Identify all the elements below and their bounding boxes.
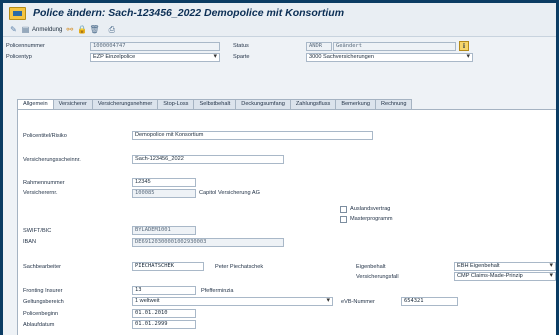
policy-icon <box>9 7 26 20</box>
policennummer-field[interactable]: 1000004747 <box>90 42 220 51</box>
ablaufdatum-field[interactable]: 01.01.2999 <box>132 320 196 329</box>
info-icon[interactable]: i <box>459 41 469 51</box>
policenbeginn-field[interactable]: 01.01.2010 <box>132 309 196 318</box>
geltungsbereich-label: Geltungsbereich <box>23 299 64 305</box>
anmeldung-button[interactable]: ▤ Anmeldung <box>21 25 63 34</box>
policentyp-label: Policentyp <box>6 54 32 60</box>
swift-field: BYLADEM1001 <box>132 226 196 235</box>
sachbearbeiter-name: Peter Piechatschek <box>215 264 264 270</box>
versicherernr-field: 100085 <box>132 189 196 198</box>
policentyp-select[interactable]: EZP Einzelpolice <box>90 53 220 62</box>
versicherernr-label: Versicherernr. <box>23 190 58 196</box>
delete-icon[interactable]: 🗑 <box>89 25 99 34</box>
geltungsbereich-select[interactable]: 1 weltweit <box>132 297 333 306</box>
policentitel-label: Policentitel/Risiko <box>23 133 67 139</box>
evb-label: eVB-Nummer <box>341 299 375 305</box>
eigenbehalt-label: Eigenbehalt <box>356 264 386 270</box>
evb-field[interactable]: 654321 <box>401 297 458 306</box>
link-icon[interactable]: ⚯ <box>65 25 74 34</box>
versicherungsschein-label: Versicherungsscheinnr. <box>23 157 81 163</box>
policennummer-label: Policennummer <box>6 43 45 49</box>
auslandsvertrag-checkbox[interactable] <box>340 206 347 213</box>
print-icon[interactable]: ⎙ <box>107 25 116 34</box>
window-title: Police ändern: Sach-123456_2022 Demopoli… <box>33 7 345 19</box>
application-toolbar: ✎ ▤ Anmeldung ⚯ 🔒 🗑 ⎙ <box>9 24 116 35</box>
masterprogramm-checkbox[interactable] <box>340 216 347 223</box>
document-icon: ▤ <box>21 25 30 34</box>
rahmennummer-label: Rahmennummer <box>23 180 65 186</box>
versicherungsfall-select[interactable]: CMP Claims-Made-Prinzip <box>454 272 556 281</box>
ablaufdatum-label: Ablaufdatum <box>23 322 55 328</box>
sap-window: Police ändern: Sach-123456_2022 Demopoli… <box>3 3 556 335</box>
anmeldung-label: Anmeldung <box>32 26 63 33</box>
masterprogramm-label: Masterprogramm <box>350 216 393 222</box>
versicherer-name: Capitol Versicherung AG <box>199 190 260 196</box>
sparte-select[interactable]: 3000 Sachversicherungen <box>306 53 473 62</box>
iban-field: DE69120300001002930003 <box>132 238 284 247</box>
auslandsvertrag-label: Auslandsvertrag <box>350 206 391 212</box>
eigenbehalt-select[interactable]: EBH Eigenbehalt <box>454 262 556 271</box>
fronting-label: Fronting Insurer <box>23 288 63 294</box>
versicherungsschein-field[interactable]: Sach-123456_2022 <box>132 155 284 164</box>
policentitel-field[interactable]: Demopolice mit Konsortium <box>132 131 373 140</box>
sachbearbeiter-label: Sachbearbeiter <box>23 264 61 270</box>
sachbearbeiter-field[interactable]: PIECHATSCHEK <box>132 262 204 271</box>
iban-label: IBAN <box>23 239 37 245</box>
edit-pencil-icon[interactable]: ✎ <box>9 25 18 34</box>
rahmennummer-field[interactable]: 12345 <box>132 178 196 187</box>
policenbeginn-label: Policenbeginn <box>23 311 59 317</box>
fronting-name: Pfefferminzia <box>201 288 234 294</box>
title-bar: Police ändern: Sach-123456_2022 Demopoli… <box>3 3 556 37</box>
versicherungsfall-label: Versicherungsfall <box>356 274 399 280</box>
status-code-field: ÄNDR <box>306 42 332 51</box>
swift-label: SWIFT/BIC <box>23 228 52 234</box>
status-label: Status <box>233 43 249 49</box>
sparte-label: Sparte <box>233 54 250 60</box>
lock-icon[interactable]: 🔒 <box>77 25 87 34</box>
fronting-field[interactable]: 13 <box>132 286 196 295</box>
status-text-field: Geändert <box>333 42 456 51</box>
